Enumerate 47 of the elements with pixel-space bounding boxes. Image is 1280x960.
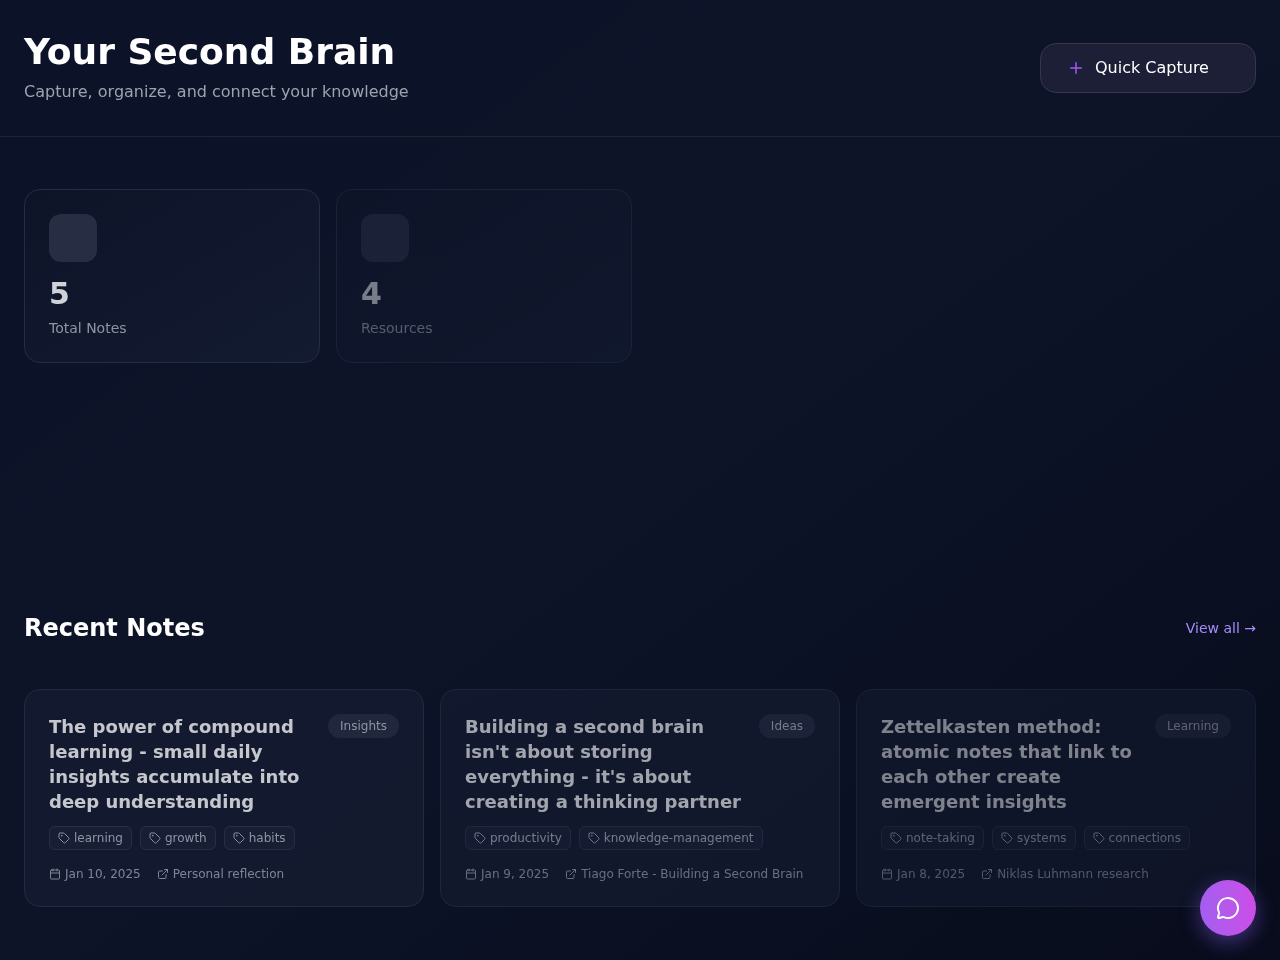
tag-label: systems [1016,830,1067,846]
note-date: Jan 10, 2025 [65,866,141,882]
external-link-icon [981,868,994,880]
note-source: Niklas Luhmann research [997,866,1149,882]
tag-label: productivity [490,830,562,846]
rounded-square-icon [49,214,97,262]
tag-icon [890,832,902,844]
external-link-icon [156,868,169,880]
view-all-link[interactable]: View all → [1185,618,1256,638]
note-source: Tiago Forte - Building a Second Brain [581,866,804,882]
tag-label: learning [74,830,123,846]
section-title: Recent Notes [24,613,205,644]
stat-value: 5 [49,276,70,312]
external-link-icon [565,868,578,880]
stat-label: Total Notes [49,319,127,338]
page-subtitle: Capture, organize, and connect your knowledge [24,81,409,103]
note-date: Jan 8, 2025 [897,866,966,882]
note-title: The power of compound learning - small daily insights accumulate into deep understanding [49,715,301,814]
tag-icon [474,832,486,844]
tag-label: knowledge-management [603,830,754,846]
chat-button[interactable] [1200,880,1256,936]
tag-icon [1092,832,1105,844]
quick-capture-button[interactable]: Quick Capture [1040,43,1256,93]
category-badge: Ideas [758,714,815,738]
calendar-icon [465,868,477,880]
tag-icon [587,832,600,844]
tag-icon [58,832,70,844]
category-badge: Insights [328,714,399,738]
stat-label: Resources [361,319,433,338]
tag-label: habits [248,830,286,846]
tag-icon [148,832,161,844]
chat-bubble-icon [1216,896,1240,920]
stat-value: 4 [361,276,382,312]
page-title: Your Second Brain [24,32,396,72]
tag-label: growth [164,830,207,846]
tag-label: note-taking [906,830,975,846]
plus-icon [1067,59,1085,77]
tag-icon [232,832,245,844]
calendar-icon [49,868,61,880]
note-title: Zettelkasten method: atomic notes that link to each other create emergent insights [881,715,1133,814]
tag-label: connections [1108,830,1181,846]
note-source: Personal reflection [172,866,285,882]
tag-icon [1000,832,1013,844]
calendar-icon [881,868,893,880]
note-date: Jan 9, 2025 [481,866,550,882]
note-title: Building a second brain isn't about storing everything - it's about creating a thinking partner [465,715,742,814]
category-badge: Learning [1154,714,1231,738]
